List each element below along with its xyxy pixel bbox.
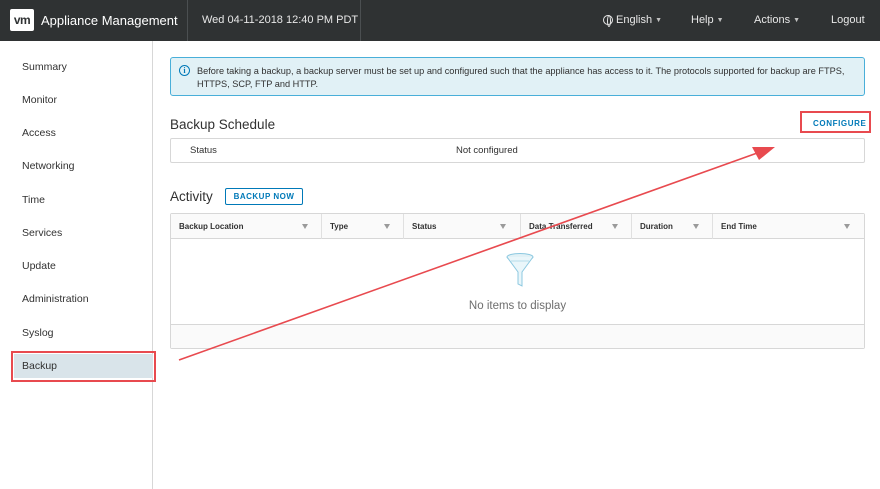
column-end-time[interactable]: End Time xyxy=(713,214,864,239)
backup-schedule-title: Backup Schedule xyxy=(170,117,276,132)
status-value: Not configured xyxy=(456,145,518,156)
activity-title: Activity xyxy=(170,189,213,204)
status-label: Status xyxy=(190,145,217,156)
info-banner: i Before taking a backup, a backup serve… xyxy=(170,57,865,96)
header-divider xyxy=(187,0,188,41)
datagrid-header: Backup Location Type Status Data Transfe… xyxy=(171,214,864,239)
sidebar-item-time[interactable]: Time xyxy=(22,194,45,206)
logout-link[interactable]: Logout xyxy=(831,14,865,26)
app-title: Appliance Management xyxy=(41,13,178,28)
chevron-down-icon: ▼ xyxy=(655,16,663,24)
column-data-transferred[interactable]: Data Transferred xyxy=(521,214,632,239)
actions-label: Actions xyxy=(754,14,791,26)
help-menu[interactable]: Help ▼ xyxy=(691,14,724,26)
backup-schedule-status-row: Status Not configured xyxy=(170,138,865,163)
annotation-highlight-box xyxy=(11,351,156,382)
actions-menu[interactable]: Actions ▼ xyxy=(754,14,800,26)
sidebar-item-monitor[interactable]: Monitor xyxy=(22,94,57,106)
filter-icon[interactable] xyxy=(500,224,506,229)
sidebar-item-networking[interactable]: Networking xyxy=(22,160,75,172)
filter-icon[interactable] xyxy=(844,224,850,229)
column-label: Backup Location xyxy=(179,222,244,231)
column-label: Duration xyxy=(640,222,673,231)
empty-filter-funnel-icon xyxy=(506,253,534,287)
sidebar-item-access[interactable]: Access xyxy=(22,127,56,139)
column-label: Data Transferred xyxy=(529,222,593,231)
language-label: English xyxy=(616,14,653,26)
sidebar-item-summary[interactable]: Summary xyxy=(22,61,67,73)
filter-icon[interactable] xyxy=(612,224,618,229)
activity-datagrid: Backup Location Type Status Data Transfe… xyxy=(170,213,865,349)
sidebar-item-update[interactable]: Update xyxy=(22,260,56,272)
help-label: Help xyxy=(691,14,714,26)
column-label: Type xyxy=(330,222,349,231)
top-header: vm Appliance Management Wed 04-11-2018 1… xyxy=(0,0,880,41)
column-backup-location[interactable]: Backup Location xyxy=(171,214,322,239)
empty-state-text: No items to display xyxy=(468,300,567,312)
language-menu[interactable]: English ▼ xyxy=(603,14,663,27)
sidebar: Summary Monitor Access Networking Time S… xyxy=(0,41,153,489)
header-divider xyxy=(360,0,361,41)
column-type[interactable]: Type xyxy=(322,214,404,239)
filter-icon[interactable] xyxy=(693,224,699,229)
sidebar-item-administration[interactable]: Administration xyxy=(22,293,89,305)
vmware-logo: vm xyxy=(10,9,34,31)
sidebar-item-services[interactable]: Services xyxy=(22,227,62,239)
header-datetime: Wed 04-11-2018 12:40 PM PDT xyxy=(202,14,359,26)
column-label: Status xyxy=(412,222,437,231)
globe-icon xyxy=(603,15,613,27)
filter-icon[interactable] xyxy=(384,224,390,229)
sidebar-item-syslog[interactable]: Syslog xyxy=(22,327,54,339)
column-status[interactable]: Status xyxy=(404,214,521,239)
info-banner-text: Before taking a backup, a backup server … xyxy=(197,66,845,89)
chevron-down-icon: ▼ xyxy=(793,16,801,24)
column-duration[interactable]: Duration xyxy=(632,214,713,239)
chevron-down-icon: ▼ xyxy=(716,16,724,24)
annotation-highlight-box xyxy=(800,111,871,133)
backup-now-button[interactable]: BACKUP NOW xyxy=(225,188,303,205)
info-icon: i xyxy=(179,65,190,76)
column-label: End Time xyxy=(721,222,757,231)
filter-icon[interactable] xyxy=(302,224,308,229)
datagrid-footer xyxy=(171,324,864,348)
